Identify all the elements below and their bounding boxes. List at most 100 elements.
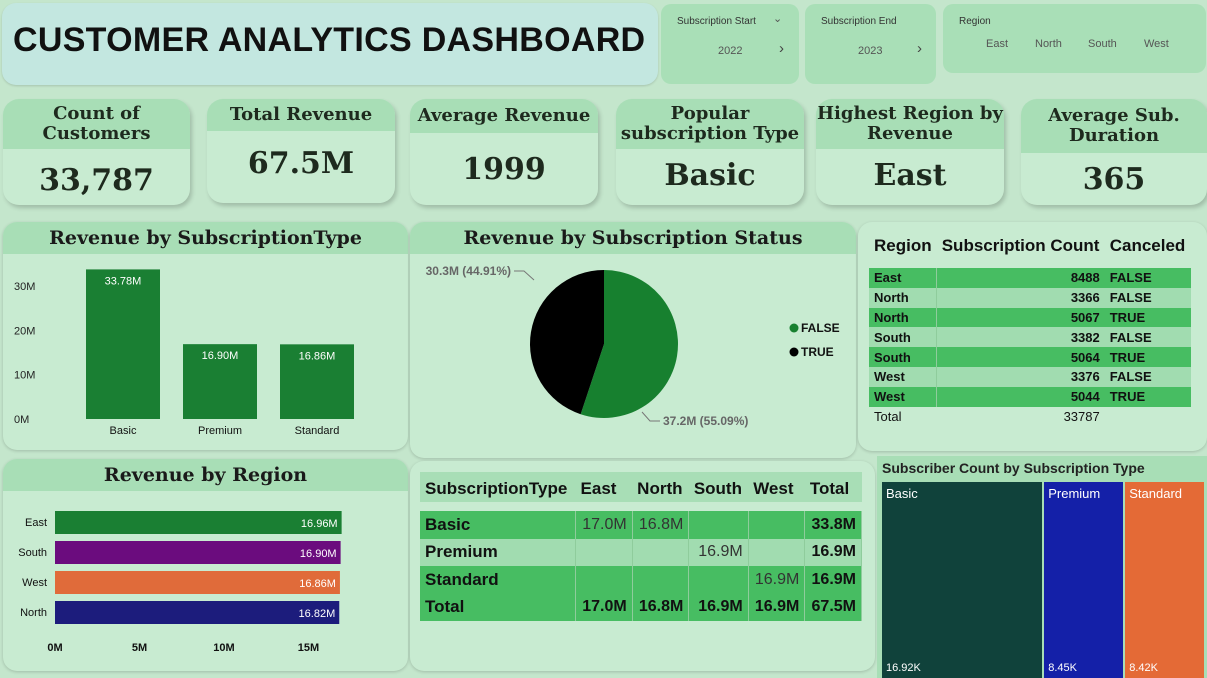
region-option-east[interactable]: East	[986, 38, 1008, 50]
column-header[interactable]: Total	[805, 479, 862, 511]
bar-south	[55, 541, 341, 564]
region-option-north[interactable]: North	[1035, 38, 1062, 50]
legend-label: TRUE	[801, 345, 834, 359]
bar-east	[55, 511, 342, 534]
x-tick-label: Premium	[198, 425, 242, 437]
table-cell: TRUE	[1109, 389, 1146, 405]
y-tick-label: 30M	[14, 281, 35, 293]
subscription-start-label: Subscription Start	[677, 16, 756, 27]
revenue-by-subscription-status-card: Revenue by Subscription Status 37.2M (55…	[410, 222, 856, 458]
chart-title: Revenue by Subscription Status	[410, 222, 856, 254]
table-row[interactable]: South 3382 FALSE	[869, 327, 1191, 348]
table-row[interactable]: North 5067 TRUE	[869, 307, 1191, 328]
data-label: 16.86M	[299, 350, 336, 362]
subscription-start-value[interactable]: 2022	[718, 45, 742, 57]
matrix-cell: 67.5M	[804, 593, 862, 621]
table-row[interactable]: North 3366 FALSE	[869, 287, 1191, 308]
data-label: 30.3M (44.91%)	[426, 264, 511, 278]
pie-chart: 37.2M (55.09%) 30.3M (44.91%) FALSE TRUE	[426, 264, 840, 428]
table-cell: 5067	[1070, 309, 1100, 325]
y-tick-label: West	[22, 577, 47, 589]
table-cell: 3382	[1070, 329, 1100, 345]
kpi-value: 33,787	[39, 162, 154, 198]
matrix-cell: Total	[420, 593, 577, 621]
kpi-average-sub-duration: Average Sub. Duration 365	[1021, 99, 1207, 205]
x-tick-label: Basic	[110, 425, 137, 437]
region-table: Region Subscription Count Canceled East 8…	[869, 236, 1191, 426]
table-cell: East	[869, 268, 938, 288]
column-header[interactable]: South	[689, 479, 748, 511]
table-cell: 33787	[1063, 408, 1100, 424]
y-tick-label: 0M	[14, 414, 29, 426]
treemap-tile-standard[interactable]: Standard 8.42K	[1125, 482, 1204, 678]
data-label: 16.82M	[299, 608, 336, 620]
matrix-row[interactable]: Basic 17.0M 16.8M 33.8M	[420, 511, 862, 539]
column-header[interactable]: Canceled	[1105, 236, 1191, 268]
matrix-cell	[632, 538, 690, 566]
kpi-highest-region-by-revenue: Highest Region by Revenue East	[816, 99, 1004, 205]
table-row[interactable]: West 3376 FALSE	[869, 366, 1191, 387]
data-label: 37.2M (55.09%)	[663, 414, 748, 428]
subscription-start-slicer[interactable]: Subscription Start ⌄ 2022 ›	[661, 4, 799, 84]
matrix-cell: 16.8M	[632, 593, 690, 621]
treemap: Basic 16.92K Premium 8.45K Standard 8.42K	[882, 482, 1206, 678]
matrix-row[interactable]: Premium 16.9M 16.9M	[420, 538, 862, 566]
chevron-down-icon[interactable]: ⌄	[773, 12, 782, 25]
matrix-cell: 16.9M	[688, 593, 749, 621]
matrix-cell: 16.9M	[804, 538, 862, 566]
kpi-value: Basic	[664, 157, 756, 193]
column-header[interactable]: Subscription Count	[937, 236, 1105, 268]
kpi-value: 365	[1082, 161, 1146, 197]
treemap-tile-premium[interactable]: Premium 8.45K	[1044, 482, 1124, 678]
matrix-row[interactable]: Standard 16.9M 16.9M	[420, 566, 862, 594]
treemap-value: 16.92K	[886, 662, 921, 674]
table-cell: 5044	[1070, 389, 1100, 405]
table-total-row: Total 33787	[869, 407, 1191, 427]
column-header[interactable]: North	[632, 479, 689, 511]
table-row[interactable]: South 5064 TRUE	[869, 347, 1191, 367]
subscriber-count-treemap-card: Subscriber Count by Subscription Type Ba…	[877, 456, 1207, 678]
y-tick-label: 10M	[14, 370, 35, 382]
revenue-matrix-card: SubscriptionType East North South West T…	[410, 461, 875, 671]
legend-label: FALSE	[801, 321, 840, 335]
y-tick-label: 20M	[14, 325, 35, 337]
x-tick-label: 10M	[213, 642, 234, 654]
region-option-west[interactable]: West	[1144, 38, 1169, 50]
region-slicer-label: Region	[959, 16, 991, 27]
region-slicer[interactable]: Region East North South West	[943, 4, 1206, 73]
y-tick-label: North	[20, 607, 47, 619]
bar-chart: 30M 20M 10M 0M 33.78M Basic 16.90M Premium 16.86…	[14, 269, 354, 437]
treemap-tile-basic[interactable]: Basic 16.92K	[882, 482, 1043, 678]
chevron-right-icon[interactable]: ›	[917, 40, 922, 57]
kpi-popular-subscription-type: Popular subscription Type Basic	[616, 99, 804, 205]
chevron-right-icon[interactable]: ›	[779, 40, 784, 57]
data-label: 16.86M	[299, 578, 336, 590]
subscription-end-value[interactable]: 2023	[858, 45, 882, 57]
treemap-value: 8.42K	[1129, 662, 1158, 674]
table-cell: 8488	[1070, 270, 1100, 286]
matrix-cell	[632, 566, 690, 594]
table-row[interactable]: West 5044 TRUE	[869, 386, 1191, 407]
kpi-label: Average Sub. Duration	[1021, 99, 1207, 153]
table-cell: FALSE	[1109, 270, 1152, 286]
table-cell: 3366	[1070, 290, 1100, 306]
bar-west	[55, 571, 340, 594]
treemap-label: Standard	[1129, 486, 1183, 501]
matrix-row[interactable]: Total 17.0M 16.8M 16.9M 16.9M 67.5M	[420, 593, 862, 621]
chart-title: Subscriber Count by Subscription Type	[882, 460, 1145, 476]
matrix-cell	[575, 538, 633, 566]
treemap-value: 8.45K	[1048, 662, 1077, 674]
column-header[interactable]: SubscriptionType	[420, 479, 576, 511]
kpi-label: Highest Region by Revenue	[816, 99, 1004, 149]
kpi-value: 67.5M	[247, 145, 355, 181]
chart-title: Revenue by Region	[3, 459, 408, 491]
column-header[interactable]: East	[576, 479, 633, 511]
subscription-end-slicer[interactable]: Subscription End 2023 ›	[805, 4, 936, 84]
page-title: CUSTOMER ANALYTICS DASHBOARD	[13, 21, 646, 59]
region-option-south[interactable]: South	[1088, 38, 1117, 50]
table-cell: 5064	[1070, 349, 1100, 365]
table-row[interactable]: East 8488 FALSE	[869, 268, 1191, 288]
column-header[interactable]: West	[748, 479, 805, 511]
column-header[interactable]: Region	[869, 236, 937, 268]
kpi-value: East	[873, 157, 947, 193]
